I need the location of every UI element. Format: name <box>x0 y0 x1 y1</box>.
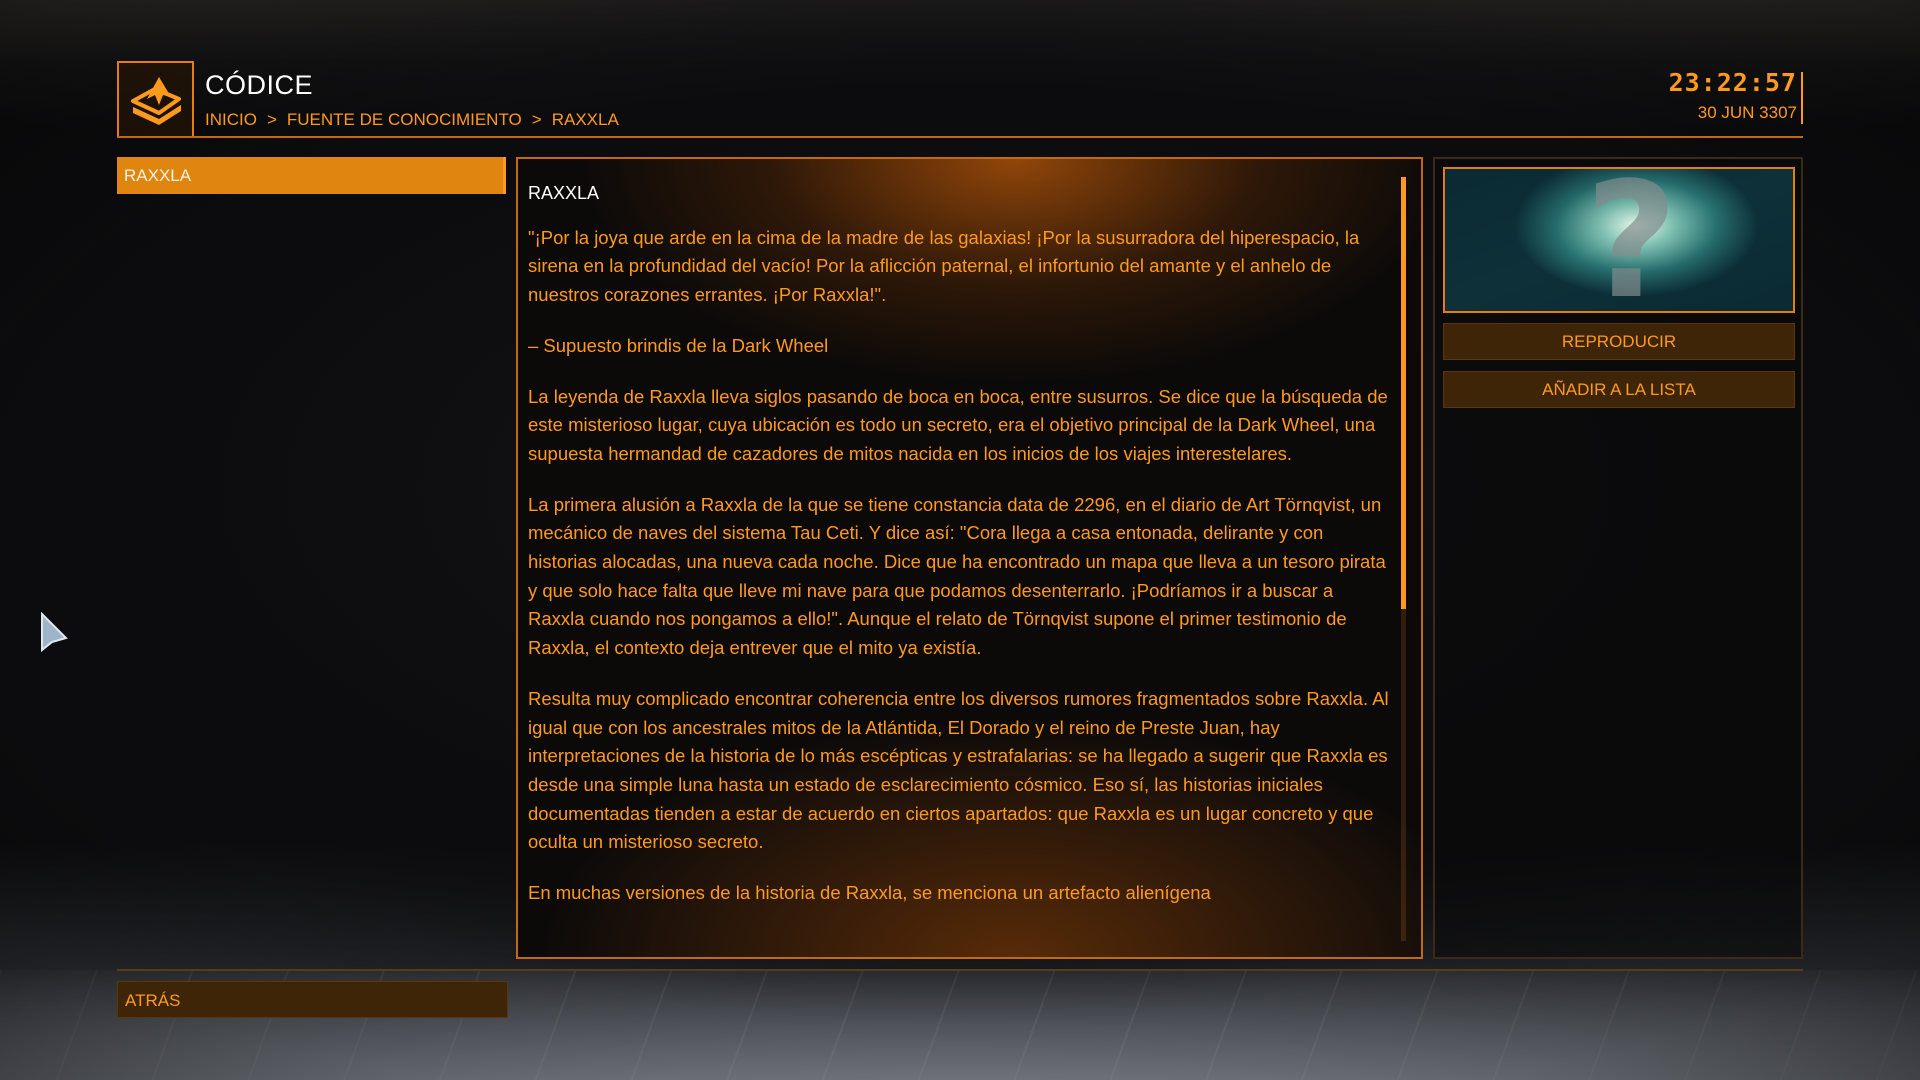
article-paragraph: La leyenda de Raxxla lleva siglos pasand… <box>528 385 1388 464</box>
article-paragraph: "¡Por la joya que arde en la cima de la … <box>528 226 1360 306</box>
play-button[interactable]: REPRODUCIR <box>1443 323 1795 360</box>
article-title: RAXXLA <box>528 183 600 203</box>
breadcrumb-knowledge-base[interactable]: FUENTE DE CONOCIMIENTO <box>287 110 522 130</box>
header-divider <box>117 136 1803 138</box>
article-scrollbar[interactable] <box>1401 177 1406 941</box>
article-paragraph: – Supuesto brindis de la Dark Wheel <box>528 334 829 356</box>
article-paragraph: Resulta muy complicado encontrar coheren… <box>528 687 1389 853</box>
article-paragraph: La primera alusión a Raxxla de la que se… <box>528 493 1386 659</box>
footer-divider <box>117 969 1803 971</box>
codex-logo <box>117 61 194 138</box>
clock: 23:22:57 30 JUN 3307 <box>1669 68 1797 123</box>
clock-divider <box>1801 72 1803 124</box>
breadcrumb: INICIO > FUENTE DE CONOCIMIENTO > RAXXLA <box>205 110 619 130</box>
breadcrumb-separator: > <box>531 110 542 129</box>
article-scroll-thumb[interactable] <box>1401 177 1406 609</box>
clock-date: 30 JUN 3307 <box>1697 103 1797 122</box>
breadcrumb-separator: > <box>266 110 277 129</box>
sidebar-item-raxxla[interactable]: RAXXLA <box>117 157 506 194</box>
breadcrumb-home[interactable]: INICIO <box>205 110 257 130</box>
mouse-cursor-icon <box>41 612 68 653</box>
media-thumbnail: ? <box>1443 167 1795 313</box>
article-panel[interactable]: RAXXLA "¡Por la joya que arde en la cima… <box>516 157 1423 959</box>
article-content: RAXXLA "¡Por la joya que arde en la cima… <box>528 179 1393 930</box>
media-panel: ? REPRODUCIR AÑADIR A LA LISTA <box>1433 157 1803 959</box>
add-to-list-button[interactable]: AÑADIR A LA LISTA <box>1443 371 1795 408</box>
codex-book-icon <box>130 76 181 125</box>
question-mark-icon: ? <box>1585 167 1678 313</box>
back-button[interactable]: ATRÁS <box>117 981 508 1018</box>
article-paragraph: En muchas versiones de la historia de Ra… <box>528 882 1211 904</box>
breadcrumb-current: RAXXLA <box>551 110 619 129</box>
clock-time: 23:22:57 <box>1668 68 1797 97</box>
page-title: CÓDICE <box>205 70 314 100</box>
